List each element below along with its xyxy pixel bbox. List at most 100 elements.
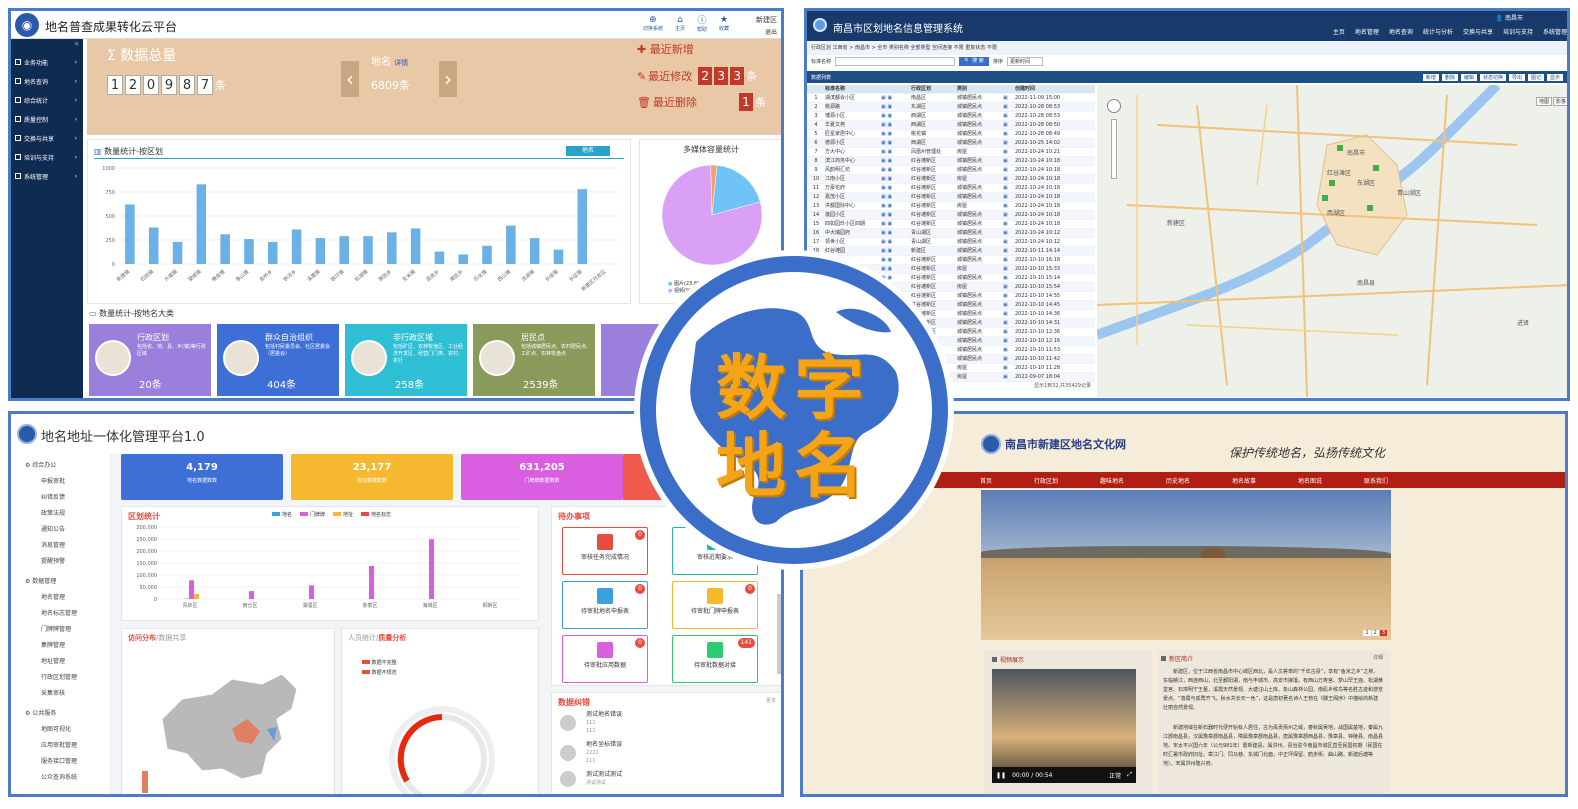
map-tab-satellite[interactable]: 影像 [1552,97,1567,106]
locate-icon[interactable]: ▣ [1003,319,1015,327]
bar[interactable] [189,580,194,599]
site-nav-item[interactable]: 地名图说 [1298,476,1322,485]
slide-page-button[interactable]: 1 [1363,630,1371,636]
locate-icon[interactable]: ▣ [1003,283,1015,291]
locate-icon[interactable]: ▣ [1003,364,1015,372]
locate-icon[interactable]: ▣ [1003,130,1015,138]
table-row[interactable]: 4 华夏文苑 ▣ ▣ 西湖区 城镇居民点 ▣ 2022-10-28 08:50 [807,121,1095,130]
site-nav-item[interactable]: 联系我们 [1364,476,1388,485]
todo-card[interactable]: 待审批数据对接 141 [672,635,758,683]
nav-item[interactable]: 通知公告 [11,522,110,538]
table-row[interactable]: 12 嘉茂小区 ▣ ▣ 红谷滩新区 城镇居民点 ▣ 2022-10-24 10:18 [807,193,1095,202]
legend-item[interactable]: 门牌牌 [300,511,325,518]
row-action-icon[interactable]: ▣ ▣ [881,238,911,246]
menu-item[interactable]: 地名查询 [1389,27,1413,36]
row-action-icon[interactable]: ▣ ▣ [881,139,911,147]
table-row[interactable]: 5 匠星家居中心 ▣ ▣ 桃花镇 城镇居民点 ▣ 2022-10-28 08:49 [807,130,1095,139]
nav-item[interactable]: 门牌牌管理 [11,622,110,638]
bar[interactable] [529,238,540,264]
site-nav-item[interactable]: 趣味地名 [1100,476,1124,485]
site-nav-item[interactable]: 地名故事 [1232,476,1256,485]
table-row[interactable]: 3 博源小区 ▣ ▣ 西湖区 城镇居民点 ▣ 2022-10-28 08:53 [807,112,1095,121]
map-view[interactable]: 南昌市 新建区 青山湖区 东湖区 西湖区 红谷滩区 南昌县 进贤 地图 影像 [1095,81,1567,398]
map-marker-icon[interactable] [1367,205,1373,211]
todo-card[interactable]: 待审批门牌申报表 0 [672,581,758,629]
errata-more-link[interactable]: 更多 [766,697,776,704]
bar[interactable] [268,241,278,264]
site-nav-item[interactable]: 首页 [980,476,992,485]
zoom-slider[interactable] [1111,119,1117,179]
bar[interactable] [196,184,207,264]
table-row[interactable]: 14 莲园小区 ▣ ▣ 红谷滩新区 城镇居民点 ▣ 2022-10-24 10:18 [807,211,1095,220]
row-action-icon[interactable]: ▣ ▣ [881,130,911,138]
locate-icon[interactable]: ▣ [1003,193,1015,201]
sidebar-item[interactable]: 地名查询 › [11,72,83,91]
todo-card[interactable]: 待审批地名申报表 0 [562,581,648,629]
locate-icon[interactable]: ▣ [1003,175,1015,183]
locate-icon[interactable]: ▣ [1003,265,1015,273]
locate-icon[interactable]: ▣ [1003,94,1015,102]
table-row[interactable]: 13 洪都国际中心 ▣ ▣ 红谷滩新区 房屋 ▣ 2022-10-24 10:18 [807,202,1095,211]
pause-icon[interactable]: ❚❚ [996,772,1006,779]
table-row[interactable]: 17 领世小区 ▣ ▣ 青山湖区 城镇居民点 ▣ 2022-10-24 10:12 [807,238,1095,247]
stat-card[interactable]: 631,205 门牌牌数据数数 [461,454,623,500]
locate-icon[interactable]: ▣ [1003,337,1015,345]
toolbar-button[interactable]: 状态切换 [1479,73,1506,81]
site-nav-item[interactable]: 行政区划 [1034,476,1058,485]
prev-arrow-button[interactable]: ‹ [341,61,359,97]
bar[interactable] [172,241,183,264]
bar[interactable] [148,227,159,264]
sort-select[interactable]: 更新时间 [1007,57,1044,66]
bar[interactable] [339,236,349,264]
nav-item[interactable]: 服务接口管理 [11,754,110,770]
table-row[interactable]: 1 湖滨都会小区 ▣ ▣ 南昌区 城镇居民点 ▣ 2022-11-09 15:00 [807,94,1095,103]
bar[interactable] [194,593,199,599]
row-action-icon[interactable]: ▣ ▣ [881,103,911,111]
map-marker-icon[interactable] [1322,195,1328,201]
nav-item[interactable]: 行政区划管理 [11,670,110,686]
row-action-icon[interactable]: ▣ ▣ [881,247,911,255]
nav-group[interactable]: ⚙ 综合办公 [11,458,110,474]
bar[interactable] [369,565,374,599]
fullscreen-icon[interactable]: ⤢ [1127,771,1132,779]
todo-card[interactable]: 待审批应用数据 0 [562,635,648,683]
logout-link[interactable]: 退出 [765,27,777,36]
sidebar-item[interactable]: 交换与共享 › [11,129,83,148]
help-button[interactable]: ⓘ 帮助 [697,13,707,33]
row-action-icon[interactable]: ▣ ▣ [881,148,911,156]
menu-item[interactable]: 统计与分析 [1423,27,1453,36]
nav-item[interactable]: 应用审批管理 [11,738,110,754]
bar[interactable] [309,585,314,599]
row-action-icon[interactable]: ▣ ▣ [881,94,911,102]
row-action-icon[interactable]: ▣ ▣ [881,166,911,174]
nav-item[interactable]: 纠错反馈 [11,490,110,506]
table-row[interactable]: 15 四如园珍小区四期 ▣ ▣ 红谷滩新区 城镇居民点 ▣ 2022-10-24 10:18 [807,220,1095,229]
sidebar-item[interactable]: 培训与支持 › [11,148,83,167]
bar[interactable] [506,225,516,264]
category-card[interactable]: 群众自治组织 包括村民委员会、社区居委会（居委会） 404条 [217,324,339,396]
video-player[interactable] [992,669,1136,783]
search-input[interactable] [835,57,956,66]
bar[interactable] [410,228,421,264]
bar[interactable] [577,189,588,264]
filter-bar[interactable]: 行政区划 江西省 > 南昌市 > 全市 类别名称 全部类型 空间连接 不限 重复… [807,41,1567,55]
bar[interactable] [434,251,445,264]
locate-icon[interactable]: ▣ [1003,346,1015,354]
locate-icon[interactable]: ▣ [1003,310,1015,318]
row-action-icon[interactable]: ▣ ▣ [881,184,911,192]
locate-icon[interactable]: ▣ [1003,220,1015,228]
bar[interactable] [458,254,468,264]
intro-more-link[interactable]: 详细 [1373,654,1383,661]
sidebar-item[interactable]: 质量控制 › [11,110,83,129]
video-speed[interactable]: 正常 [1109,771,1121,780]
bar[interactable] [220,234,230,264]
bar[interactable] [315,238,326,264]
locate-icon[interactable]: ▣ [1003,211,1015,219]
next-arrow-button[interactable]: › [439,61,457,97]
bar[interactable] [249,591,254,599]
legend-item[interactable]: 地名 [272,511,292,518]
category-card[interactable]: 居民点 包括城镇居民点、农村居民点、工矿点、农林牧渔点 2539条 [473,324,595,396]
nav-group[interactable]: ⚙ 数据管理 [11,574,110,590]
nav-item[interactable]: 地名管理 [11,590,110,606]
stat-card[interactable]: 23,177 地址数据数数 [291,454,453,500]
